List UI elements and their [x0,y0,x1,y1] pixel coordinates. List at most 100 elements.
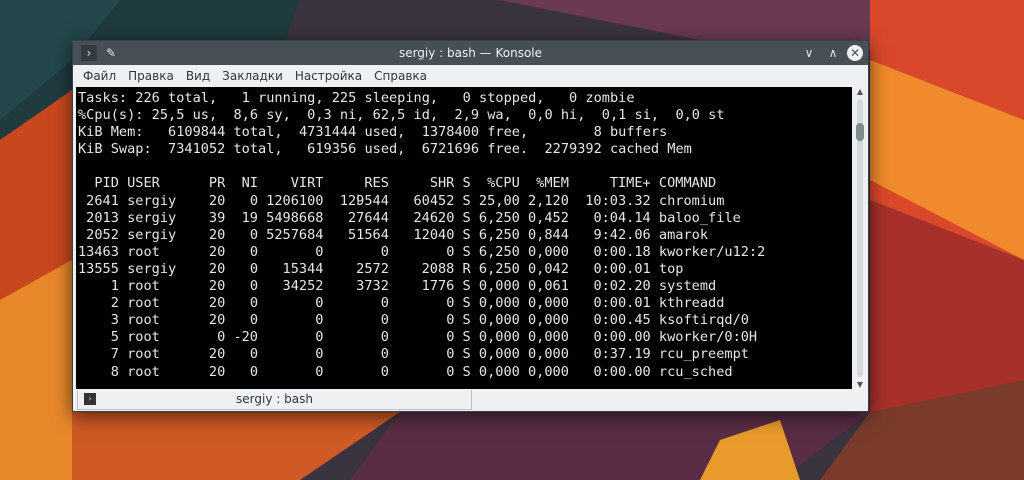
cell-pid: 2 [110,295,119,312]
cell-res: 0 [380,312,389,329]
tab-sergiy-bash[interactable]: › sergiy : bash [77,390,472,410]
maximize-button[interactable]: ∧ [825,45,841,61]
cell-ni: 0 [249,260,258,277]
menu-bookmarks[interactable]: Закладки [216,69,289,83]
cell-mem: 0,452 [527,209,569,226]
cell-pr: 20 [208,192,226,209]
cell-ni: 0 [249,226,258,243]
cell-pid: 2641 [86,192,119,209]
cell-virt: VIRT [290,175,324,192]
cell-pr: 20 [208,243,226,260]
cell-s: S [462,363,471,380]
menu-file[interactable]: Файл [77,69,122,83]
cell-command: amarok [658,226,709,243]
process-row: 2 root 20 0 0 0 0 S 0,000 0,000 0:00.01 kthreadd [78,295,850,312]
summary-tasks: Tasks: 226 total, 1 running, 225 sleepin… [78,90,635,106]
cell-s: S [462,312,471,329]
menu-view[interactable]: Вид [180,69,216,83]
process-table-body: 2641 sergiy 20 0 1206100 129544 60452 S 25,00 2,1… [78,193,850,381]
process-row: 13555 sergiy 20 0 15344 2572 2088 R 6,250 0,042 0:… [78,261,850,278]
cell-virt: 0 [315,295,324,312]
scroll-down-icon[interactable]: ▼ [854,380,866,389]
scrollbar-thumb[interactable] [856,123,864,141]
cell-cpu: 6,250 [478,226,520,243]
terminal-icon: › [84,393,96,405]
cell-shr: 2088 [421,260,455,277]
cell-cpu: 25,00 [478,192,520,209]
cell-ni: 0 [249,243,258,260]
cell-user: root [127,363,160,380]
cell-pid: 1 [110,278,119,295]
cell-command: kworker/0:0H [658,329,758,346]
cell-virt: 5498668 [266,209,324,226]
cell-user: sergiy [127,260,177,277]
cell-s: S [462,192,471,209]
cell-command: COMMAND [658,175,717,192]
process-table-header: PID USER PR NI VIRT RES SHR S %CPU %MEM TIME+ COMMA… [78,175,850,192]
process-row: 1 root 20 0 34252 3732 1776 S 0,000 0,061 0:02.20 s… [78,278,850,295]
scrollbar[interactable]: ▲ ▼ [854,87,866,389]
process-row: 5 root 0 -20 0 0 0 S 0,000 0,000 0:00.00 kworker/0:… [78,329,850,346]
cell-time: 0:02.20 [593,278,651,295]
cell-virt: 34252 [282,278,324,295]
cell-mem: 0,000 [527,363,569,380]
cell-shr: 0 [446,243,455,260]
cell-mem: 0,042 [527,260,569,277]
minimize-button[interactable]: ∨ [801,45,817,61]
cell-mem: 2,120 [527,192,569,209]
cell-s: R [462,260,471,277]
title-bar[interactable]: › ✎ sergiy : bash — Konsole ∨ ∧ ✕ [73,41,868,65]
cell-res: 0 [380,363,389,380]
tab-bar: › sergiy : bash [76,390,866,411]
cell-mem: 0,000 [527,243,569,260]
cell-time: 0:00.00 [593,329,651,346]
cell-cpu: 0,000 [478,329,520,346]
cell-command: rcu_sched [658,363,733,380]
cell-time: 0:04.14 [593,209,651,226]
cell-ni: 0 [249,363,258,380]
process-row: 8 root 20 0 0 0 0 S 0,000 0,000 0:00.00 rcu_sched [78,364,850,381]
cell-command: ksoftirqd/0 [658,312,749,329]
cell-command: top [658,260,684,277]
cell-res: 51564 [348,226,389,243]
cell-cpu: 0,000 [478,295,520,312]
menu-help[interactable]: Справка [368,69,433,83]
summary-cpu: %Cpu(s): 25,5 us, 8,6 sy, 0,3 ni, 62,5 i… [78,107,725,124]
cell-pid: 3 [110,312,119,329]
cell-res: 27644 [348,209,389,226]
cell-pr: 20 [208,346,226,363]
cell-command: rcu_preempt [658,346,749,363]
menu-settings[interactable]: Настройка [289,69,368,83]
cell-res: RES [364,175,389,192]
close-button[interactable]: ✕ [847,45,863,61]
cell-time: 10:03.32 [585,192,651,209]
cell-time: 0:37.19 [593,346,651,363]
cell-time: 0:00.45 [593,312,651,329]
cell-shr: 0 [446,346,455,363]
cell-s: S [462,243,471,260]
cell-shr: SHR [429,175,455,192]
cell-ni: 0 [249,312,258,329]
cell-pid: 7 [110,346,119,363]
cell-ni: 0 [249,192,258,209]
cell-virt: 5257684 [266,226,324,243]
cell-user: root [127,295,160,312]
cell-time: 0:00.00 [593,363,651,380]
cell-shr: 1776 [421,278,455,295]
menu-edit[interactable]: Правка [122,69,180,83]
cell-virt: 0 [315,243,324,260]
cell-pr: PR [208,175,226,192]
cell-virt: 15344 [282,260,324,277]
terminal-output[interactable]: Tasks: 226 total, 1 running, 225 sleepin… [76,87,852,389]
cell-ni: 19 [241,209,258,226]
process-row: 7 root 20 0 0 0 0 S 0,000 0,000 0:37.19 rcu_preempt [78,346,850,363]
cell-mem: 0,000 [527,329,569,346]
cell-virt: 0 [315,329,324,346]
cell-time: 0:00.18 [593,243,651,260]
cell-res: 0 [380,329,389,346]
cell-pid: 5 [110,329,119,346]
menu-bar: Файл Правка Вид Закладки Настройка Справ… [73,65,868,87]
cell-ni: 0 [249,295,258,312]
scroll-up-icon[interactable]: ▲ [854,87,866,96]
cell-pr: 20 [208,226,226,243]
